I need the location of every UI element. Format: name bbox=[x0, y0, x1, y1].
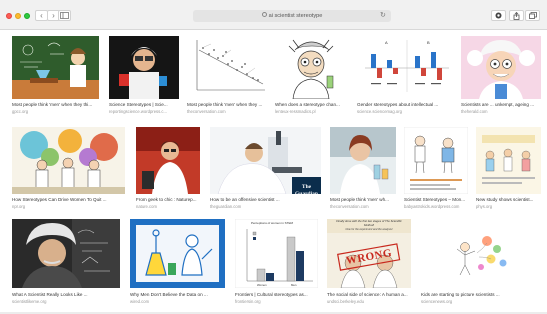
result-caption[interactable]: The social side of science: A human a... bbox=[327, 292, 411, 298]
result-caption[interactable]: Scientist Stereotypes – Mon... bbox=[404, 197, 468, 203]
reload-icon: ↻ bbox=[380, 12, 386, 19]
result-caption[interactable]: From geek to chic : Naturep... bbox=[136, 197, 200, 203]
share-button[interactable] bbox=[509, 10, 524, 21]
result-thumbnail[interactable]: The Guardian bbox=[210, 127, 321, 194]
result-tile[interactable]: Finally done with the first two stages o… bbox=[327, 219, 411, 307]
result-source: wired.com bbox=[130, 299, 150, 304]
result-thumbnail[interactable] bbox=[136, 127, 200, 194]
sidebar-toggle-button[interactable] bbox=[58, 10, 71, 21]
result-tile[interactable]: Most people think 'men' when they ... th… bbox=[187, 36, 267, 116]
result-thumbnail[interactable] bbox=[187, 36, 267, 99]
address-text: ai scientist stereotype bbox=[268, 13, 323, 19]
result-tile[interactable]: Scientist Stereotypes – Mon... babyastro… bbox=[404, 127, 468, 211]
result-thumbnail[interactable]: A B bbox=[357, 36, 453, 99]
result-thumbnail[interactable] bbox=[12, 36, 99, 99]
result-source: scientistlikeme.org bbox=[12, 299, 47, 304]
result-caption[interactable]: What A Scientist Really Looks Like ... bbox=[12, 292, 120, 298]
extension-icon bbox=[495, 12, 502, 19]
result-tile[interactable]: When does a stereotype chan... lenteux-r… bbox=[275, 36, 348, 116]
result-tile[interactable]: From geek to chic : Naturep... nature.co… bbox=[136, 127, 200, 211]
result-source: sciencenews.org bbox=[421, 299, 453, 304]
result-caption[interactable]: How to be an offensive scientist ... bbox=[210, 197, 321, 203]
browser-toolbar: ‹ › ai scientist stereotype ↻ bbox=[0, 0, 547, 30]
close-window-button[interactable] bbox=[6, 13, 12, 19]
result-source: reportingscience.wordpress.c... bbox=[109, 109, 167, 114]
result-thumbnail[interactable] bbox=[275, 36, 348, 99]
result-source: lenteux-ressmadics.pl bbox=[275, 109, 316, 114]
result-source: nature.com bbox=[136, 204, 157, 209]
comic-caption: Finally done with the first two stages o… bbox=[336, 219, 402, 227]
sidebar-icon bbox=[60, 12, 69, 19]
search-icon bbox=[261, 12, 267, 18]
result-source: undsci.berkeley.edu bbox=[327, 299, 364, 304]
result-caption[interactable]: How Stereotypes Can Drive Women To Quit … bbox=[12, 197, 125, 203]
result-thumbnail[interactable] bbox=[12, 127, 125, 194]
result-source: theguardian.com bbox=[210, 204, 242, 209]
comic-subcaption: Now for the experiment and the analysis! bbox=[345, 228, 393, 231]
result-source: theconversation.com bbox=[187, 109, 226, 114]
result-source: gpcc.org bbox=[12, 109, 29, 114]
result-thumbnail[interactable] bbox=[461, 36, 541, 99]
result-caption[interactable]: Science Stereotypes | Scie... bbox=[109, 102, 179, 108]
extension-button[interactable] bbox=[491, 10, 506, 21]
result-thumbnail[interactable] bbox=[476, 127, 541, 194]
result-tile[interactable]: New study shows scientist... phys.org bbox=[476, 127, 541, 211]
result-thumbnail[interactable] bbox=[421, 219, 541, 288]
result-caption[interactable]: Gender stereotypes about intellectual ..… bbox=[357, 102, 453, 108]
result-tile[interactable]: Most people think 'men' wh... theconvers… bbox=[330, 127, 396, 211]
result-thumbnail[interactable]: Perceptions of women in STEM Women Men bbox=[235, 219, 318, 288]
back-icon: ‹ bbox=[40, 11, 43, 20]
result-tile[interactable]: The Guardian How to be an offensive scie… bbox=[210, 127, 321, 211]
result-source: theherald.com bbox=[461, 109, 488, 114]
minimize-window-button[interactable] bbox=[15, 13, 21, 19]
result-caption[interactable]: Frontiers | Cultural stereotypes as... bbox=[235, 292, 318, 298]
result-thumbnail[interactable] bbox=[330, 127, 396, 194]
chart-title: Perceptions of women in STEM bbox=[251, 221, 294, 225]
result-caption[interactable]: Kids are starting to picture scientists … bbox=[421, 292, 541, 298]
result-tile[interactable]: How Stereotypes Can Drive Women To Quit … bbox=[12, 127, 125, 211]
reload-button[interactable]: ↻ bbox=[380, 10, 386, 22]
svg-text:B: B bbox=[427, 40, 430, 45]
zoom-window-button[interactable] bbox=[24, 13, 30, 19]
tabs-overview-button[interactable] bbox=[525, 10, 540, 21]
result-thumbnail[interactable] bbox=[12, 219, 120, 288]
tabs-icon bbox=[528, 12, 537, 19]
chart-label-men: Men bbox=[291, 283, 297, 287]
result-tile[interactable]: Most people think 'men' when they thi...… bbox=[12, 36, 99, 116]
result-thumbnail[interactable] bbox=[109, 36, 179, 99]
result-caption[interactable]: Most people think 'men' when they ... bbox=[187, 102, 267, 108]
result-caption[interactable]: Most people think 'men' when they thi... bbox=[12, 102, 99, 108]
result-tile[interactable]: Science Stereotypes | Scie... reportings… bbox=[109, 36, 179, 116]
result-source: science.sciencemag.org bbox=[357, 109, 402, 114]
result-tile[interactable]: A B Gender stereotypes about intellectua… bbox=[357, 36, 453, 116]
share-icon bbox=[513, 11, 520, 20]
result-tile[interactable]: Why Men Don't Believe the Data on ... wi… bbox=[130, 219, 225, 307]
forward-icon: › bbox=[52, 11, 55, 20]
svg-text:A: A bbox=[385, 40, 388, 45]
result-source: theconversation.com bbox=[330, 204, 369, 209]
result-caption[interactable]: Why Men Don't Believe the Data on ... bbox=[130, 292, 225, 298]
result-source: npr.org bbox=[12, 204, 26, 209]
result-source: babyastrokids.wordpress.com bbox=[404, 204, 460, 209]
result-caption[interactable]: New study shows scientist... bbox=[476, 197, 541, 203]
result-tile[interactable]: What A Scientist Really Looks Like ... s… bbox=[12, 219, 120, 307]
result-tile[interactable]: Perceptions of women in STEM Women Men F… bbox=[235, 219, 318, 307]
chart-label-women: Women bbox=[257, 283, 267, 287]
result-source: phys.org bbox=[476, 204, 493, 209]
result-caption[interactable]: Most people think 'men' wh... bbox=[330, 197, 396, 203]
result-caption[interactable]: Scientists are ... unkempt, ageing ... bbox=[461, 102, 541, 108]
result-thumbnail[interactable] bbox=[404, 127, 468, 194]
result-thumbnail[interactable] bbox=[130, 219, 225, 288]
result-caption[interactable]: When does a stereotype chan... bbox=[275, 102, 348, 108]
result-tile[interactable]: Kids are starting to picture scientists … bbox=[421, 219, 541, 307]
result-thumbnail[interactable]: Finally done with the first two stages o… bbox=[327, 219, 411, 288]
address-bar[interactable]: ai scientist stereotype bbox=[193, 10, 391, 22]
result-source: frontiersin.org bbox=[235, 299, 261, 304]
result-tile[interactable]: Scientists are ... unkempt, ageing ... t… bbox=[461, 36, 541, 116]
guardian-logo: The Guardian bbox=[295, 184, 318, 194]
